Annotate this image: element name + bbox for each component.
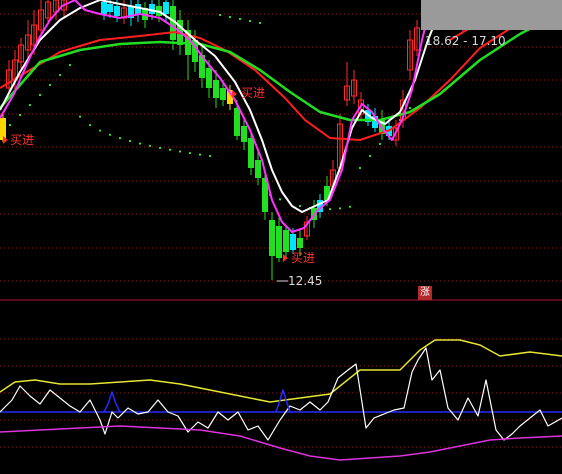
indicator-dot xyxy=(78,115,82,118)
indicator-dot xyxy=(278,198,282,201)
indicator-dot xyxy=(238,17,242,21)
indicator-dot xyxy=(138,142,142,145)
indicator-dot xyxy=(88,123,92,127)
buy-signal-label-2: 买进 xyxy=(241,86,266,100)
indicator-dot xyxy=(28,103,32,107)
indicator-dot xyxy=(218,13,222,17)
sub-white-line xyxy=(0,347,562,441)
indicator-dot xyxy=(48,83,52,87)
candle-body xyxy=(101,2,107,14)
indicator-dot xyxy=(358,166,362,170)
sub-blue-spike xyxy=(103,391,121,413)
indicator-dot xyxy=(338,207,342,210)
candle-body xyxy=(107,4,113,12)
indicator-dot xyxy=(18,113,22,117)
candle-body xyxy=(163,2,169,14)
candle-body xyxy=(234,108,240,136)
ma-white-line xyxy=(0,0,451,213)
indicator-dot xyxy=(148,144,152,147)
indicator-dot xyxy=(328,208,332,211)
candle-body xyxy=(114,6,120,16)
indicator-dot xyxy=(8,123,12,127)
candle-body xyxy=(290,234,296,250)
rise-badge[interactable]: 涨 xyxy=(418,286,432,300)
indicator-dot xyxy=(348,205,352,208)
candle-body xyxy=(297,238,303,248)
indicator-dot xyxy=(378,142,382,146)
sub-indicator-panel[interactable] xyxy=(0,339,562,461)
candle-body xyxy=(220,88,226,100)
indicator-dot xyxy=(108,133,112,136)
indicator-dot xyxy=(198,153,202,156)
stock-chart-window: 18.62 - 17.10 买进 买进 买进 12.45 涨 xyxy=(0,0,562,474)
indicator-dot xyxy=(178,150,182,153)
indicator-dot xyxy=(188,151,192,155)
candle-body xyxy=(248,138,254,168)
chart-canvas[interactable] xyxy=(0,0,562,474)
indicator-dot xyxy=(208,154,212,158)
low-price-label: 12.45 xyxy=(288,274,323,288)
price-range-readout: 18.62 - 17.10 xyxy=(425,34,506,48)
candle-body xyxy=(213,80,219,98)
indicator-dot xyxy=(98,129,102,132)
candle-body xyxy=(241,126,247,142)
sub-magenta-line xyxy=(0,425,562,461)
buy-arrow-icon xyxy=(232,90,237,98)
price-range-box xyxy=(421,0,562,30)
indicator-dot xyxy=(228,15,232,19)
indicator-dot xyxy=(408,106,412,110)
indicator-dot xyxy=(168,148,172,151)
indicator-dot xyxy=(38,93,42,97)
indicator-dot xyxy=(248,19,252,23)
indicator-dot xyxy=(298,204,302,208)
buy-signal-label-1: 买进 xyxy=(10,133,35,147)
indicator-dot xyxy=(68,63,72,67)
buy-signal-label-3: 买进 xyxy=(291,251,316,265)
indicator-dot xyxy=(368,154,372,158)
candle-body xyxy=(255,160,261,178)
candle-body xyxy=(283,230,289,252)
indicator-dot xyxy=(158,146,162,149)
candle-body xyxy=(269,220,275,256)
candle-body xyxy=(276,226,282,258)
indicator-dot xyxy=(118,137,122,140)
indicator-dot xyxy=(258,21,262,25)
candle-body xyxy=(206,68,212,88)
indicator-dot xyxy=(58,73,62,77)
indicator-dot xyxy=(128,139,132,143)
